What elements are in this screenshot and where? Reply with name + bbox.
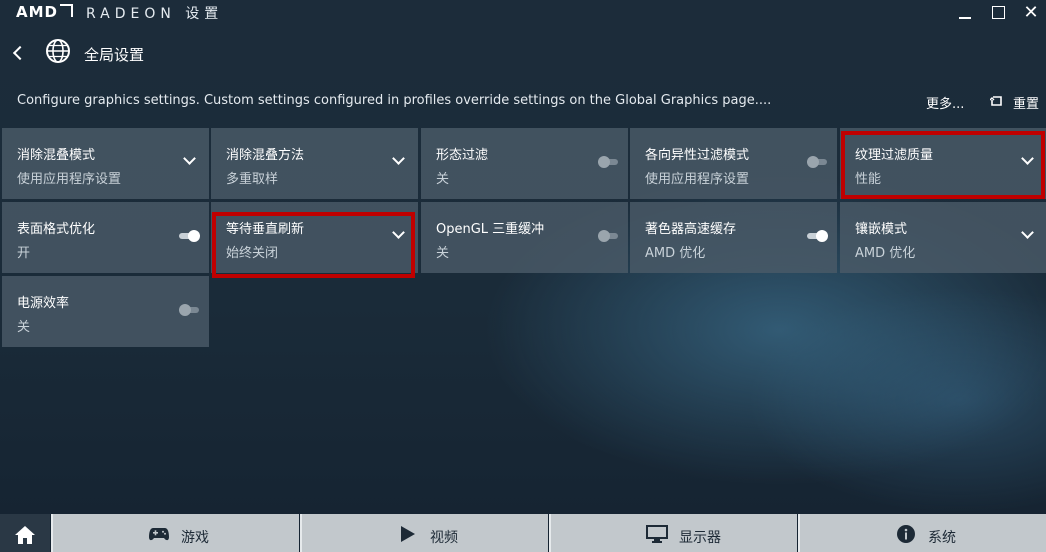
globe-icon xyxy=(46,39,70,63)
setting-value: 使用应用程序设置 xyxy=(645,172,750,187)
page-title: 全局设置 xyxy=(84,46,145,64)
setting-value: AMD 优化 xyxy=(645,246,706,261)
back-arrow-icon xyxy=(12,45,28,61)
app-title: RADEON 设置 xyxy=(86,6,224,22)
gamepad-icon xyxy=(149,528,169,541)
back-button[interactable] xyxy=(10,42,28,64)
setting-tile-surface-format-optimization[interactable]: 表面格式优化 开 xyxy=(2,202,209,273)
setting-label: 消除混叠方法 xyxy=(226,148,305,163)
amd-logo-text: AMD xyxy=(16,3,58,21)
chevron-down-icon[interactable] xyxy=(392,152,405,166)
setting-tile-tessellation-mode[interactable]: 镶嵌模式 AMD 优化 xyxy=(840,202,1046,273)
highlight-box-vertical-refresh xyxy=(212,212,415,278)
play-icon xyxy=(401,526,415,542)
setting-tile-power-efficiency[interactable]: 电源效率 关 xyxy=(2,276,209,347)
setting-tile-anisotropic-filtering[interactable]: 各向异性过滤模式 使用应用程序设置 xyxy=(630,128,837,199)
nav-tab-display[interactable]: 显示器 xyxy=(549,514,797,552)
toggle-switch[interactable] xyxy=(179,230,200,242)
bottom-nav: 游戏 视频 显示器 系统 xyxy=(0,514,1046,552)
nav-label: 游戏 xyxy=(181,530,209,546)
title-bar: AMD RADEON 设置 ✕ xyxy=(0,0,1046,26)
page-header: 全局设置 xyxy=(0,36,400,72)
setting-value: 多重取样 xyxy=(226,172,279,187)
nav-label: 显示器 xyxy=(679,530,721,546)
setting-value: 关 xyxy=(436,172,450,187)
close-button[interactable]: ✕ xyxy=(1014,0,1046,24)
setting-label: 表面格式优化 xyxy=(17,222,96,237)
nav-tab-system[interactable]: 系统 xyxy=(798,514,1046,552)
maximize-icon xyxy=(991,5,1005,19)
setting-tile-anti-aliasing-method[interactable]: 消除混叠方法 多重取样 xyxy=(211,128,418,199)
toggle-switch[interactable] xyxy=(179,304,199,316)
setting-value: 开 xyxy=(17,246,31,261)
setting-tile-morphological-filtering[interactable]: 形态过滤 关 xyxy=(421,128,628,199)
close-icon: ✕ xyxy=(1023,1,1039,23)
minimize-button[interactable] xyxy=(948,0,982,24)
toggle-switch[interactable] xyxy=(598,156,618,168)
setting-tile-opengl-triple-buffering[interactable]: OpenGL 三重缓冲 关 xyxy=(421,202,628,273)
nav-tab-games[interactable]: 游戏 xyxy=(51,514,299,552)
setting-label: 形态过滤 xyxy=(436,148,489,163)
setting-value: 使用应用程序设置 xyxy=(17,172,122,187)
setting-label: 著色器高速缓存 xyxy=(645,222,737,237)
setting-label: 电源效率 xyxy=(17,296,70,311)
setting-tile-anti-aliasing-mode[interactable]: 消除混叠模式 使用应用程序设置 xyxy=(2,128,209,199)
toggle-switch[interactable] xyxy=(807,156,827,168)
setting-label: 镶嵌模式 xyxy=(855,222,908,237)
nav-label: 系统 xyxy=(928,530,956,546)
nav-tab-video[interactable]: 视频 xyxy=(300,514,548,552)
nav-label: 视频 xyxy=(430,530,458,546)
setting-value: 关 xyxy=(436,246,450,261)
home-button[interactable] xyxy=(0,514,50,552)
setting-value: 关 xyxy=(17,320,31,335)
toggle-switch[interactable] xyxy=(807,230,828,242)
setting-value: AMD 优化 xyxy=(855,246,916,261)
setting-label: OpenGL 三重缓冲 xyxy=(436,222,545,237)
setting-tile-shader-cache[interactable]: 著色器高速缓存 AMD 优化 xyxy=(630,202,837,273)
chevron-down-icon[interactable] xyxy=(1021,226,1034,240)
toggle-switch[interactable] xyxy=(598,230,618,242)
setting-label: 消除混叠模式 xyxy=(17,148,96,163)
more-button[interactable]: 更多... xyxy=(926,93,964,112)
home-icon xyxy=(15,526,35,544)
info-icon xyxy=(897,525,915,543)
setting-label: 各向异性过滤模式 xyxy=(645,148,750,163)
reset-button[interactable]: 重置 xyxy=(1013,93,1039,112)
maximize-button[interactable] xyxy=(981,0,1015,24)
minimize-icon xyxy=(959,17,971,19)
page-description: Configure graphics settings. Custom sett… xyxy=(17,93,772,108)
amd-logo: AMD xyxy=(16,3,73,21)
monitor-icon xyxy=(646,525,668,543)
highlight-box-texture-filtering xyxy=(841,131,1045,199)
amd-arrow-icon xyxy=(60,4,73,17)
reset-icon[interactable] xyxy=(990,95,1003,107)
chevron-down-icon[interactable] xyxy=(183,152,196,166)
